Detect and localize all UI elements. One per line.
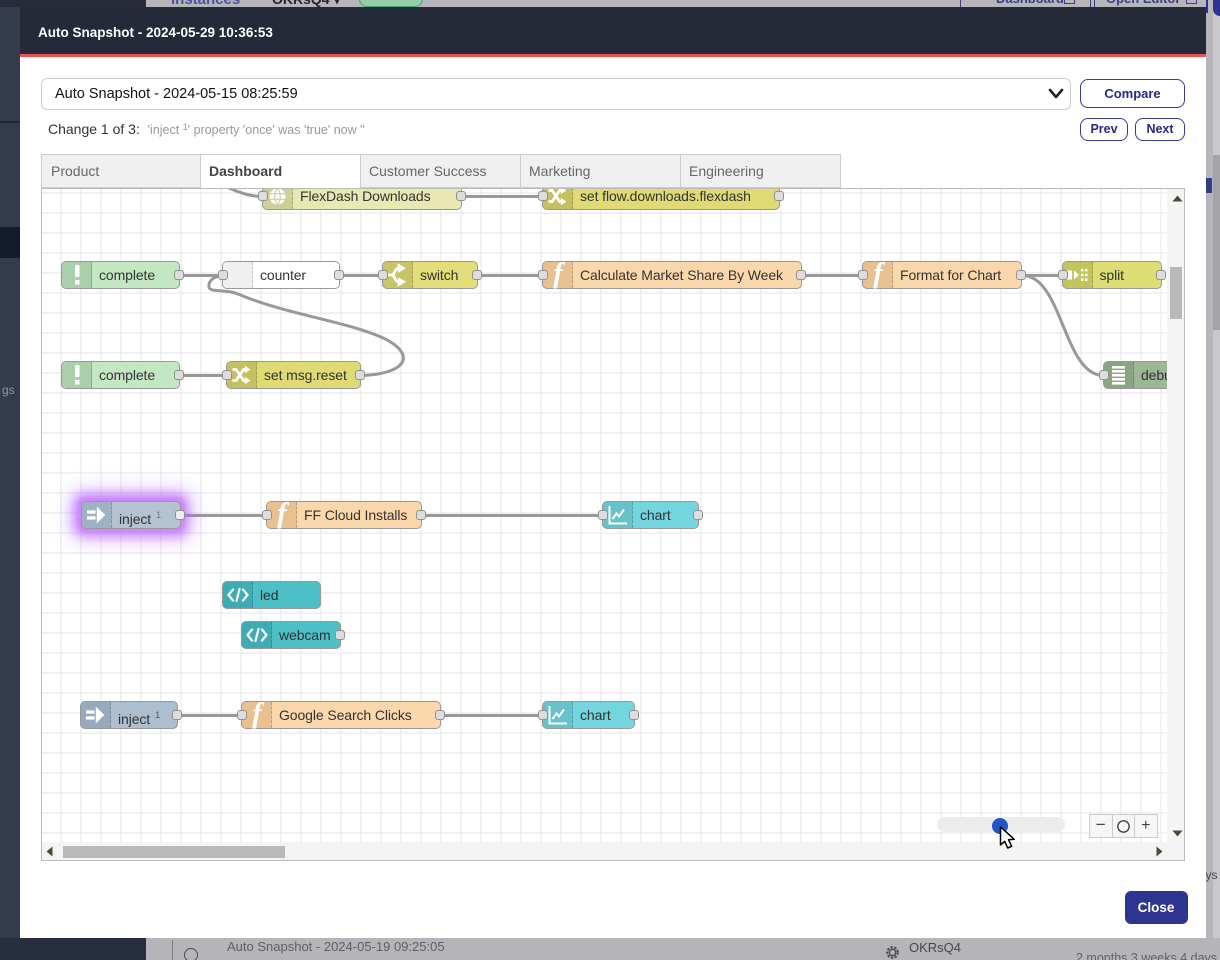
svg-text:f: f [277, 498, 290, 530]
svg-text:f: f [873, 258, 886, 290]
svg-text:f: f [252, 698, 265, 730]
svg-text:f: f [553, 258, 566, 290]
